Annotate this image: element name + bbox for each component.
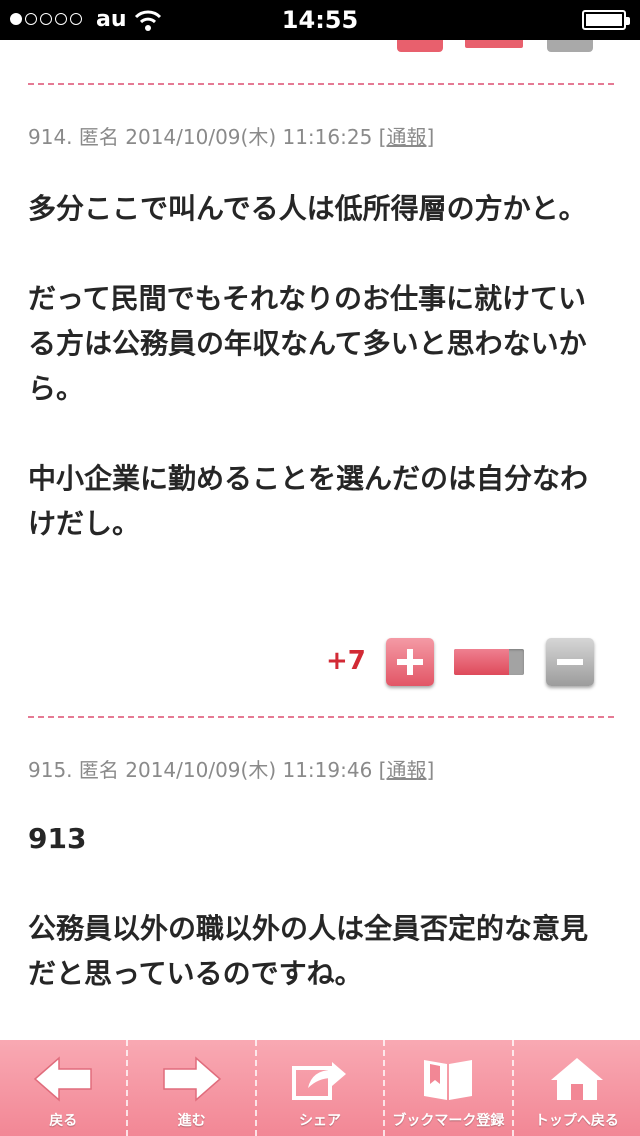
plus-icon[interactable] [386, 638, 434, 686]
comment-paragraph: 公務員以外の職以外の人は全員否定的な意見だと思っているのですね。 [28, 912, 589, 990]
comment-paragraph: 多分ここで叫んでる人は低所得層の方かと。 [28, 192, 587, 225]
share-button[interactable]: シェア [257, 1040, 386, 1136]
comment-header: 915. 匿名 2014/10/09(木) 11:19:46 [28, 758, 373, 782]
comment-paragraph: だって民間でもそれなりのお仕事に就けている方は公務員の年収なんて多いと思わないか… [28, 282, 587, 405]
clock: 14:55 [281, 6, 359, 34]
share-icon [292, 1062, 347, 1100]
bookmark-label: ブックマーク登録 [392, 1113, 505, 1129]
comment-body: 多分ここで叫んでる人は低所得層の方かと。 だって民間でもそれなりのお仕事に就けて… [28, 186, 612, 546]
vote-ratio-fill [454, 649, 509, 675]
arrow-right-icon [162, 1056, 221, 1102]
home-icon [550, 1058, 603, 1100]
report-link[interactable]: [通報] [379, 758, 435, 782]
comment-header: 914. 匿名 2014/10/09(木) 11:16:25 [28, 125, 373, 149]
previous-minus-button[interactable] [547, 40, 593, 52]
bottom-toolbar: 戻る 進む シェア ブックマーク登録 トップへ戻る [0, 1040, 640, 1136]
vote-count: +7 [326, 646, 366, 676]
bookmark-button[interactable]: ブックマーク登録 [385, 1040, 514, 1136]
previous-plus-button[interactable] [397, 40, 443, 52]
back-label: 戻る [49, 1113, 78, 1129]
vote-ratio-bar [454, 649, 524, 675]
book-icon [424, 1060, 473, 1100]
share-label: シェア [299, 1113, 342, 1129]
previous-vote-bar [465, 40, 523, 48]
comment-meta: 914. 匿名 2014/10/09(木) 11:16:25 [通報] [28, 121, 434, 150]
previous-vote-row [0, 40, 640, 54]
back-button[interactable]: 戻る [0, 1040, 129, 1136]
top-label: トップへ戻る [534, 1113, 619, 1129]
comment-divider [28, 716, 614, 718]
comment-meta: 915. 匿名 2014/10/09(木) 11:19:46 [通報] [28, 754, 434, 783]
top-button[interactable]: トップへ戻る [514, 1040, 640, 1136]
comment-body: 913 公務員以外の職以外の人は全員否定的な意見だと思っているのですね。 [28, 816, 612, 996]
comment-paragraph: 中小企業に勤めることを選んだのは自分なわけだし。 [28, 462, 589, 540]
forward-button[interactable]: 進む [128, 1040, 257, 1136]
comment-divider [28, 83, 614, 85]
report-link[interactable]: [通報] [379, 125, 435, 149]
arrow-left-icon [34, 1056, 92, 1102]
battery-icon [582, 10, 630, 30]
forward-label: 進む [177, 1113, 206, 1129]
status-bar: au 14:55 [0, 0, 640, 40]
vote-row: +7 [0, 636, 640, 690]
comment-paragraph: 913 [28, 822, 87, 855]
minus-icon[interactable] [546, 638, 594, 686]
